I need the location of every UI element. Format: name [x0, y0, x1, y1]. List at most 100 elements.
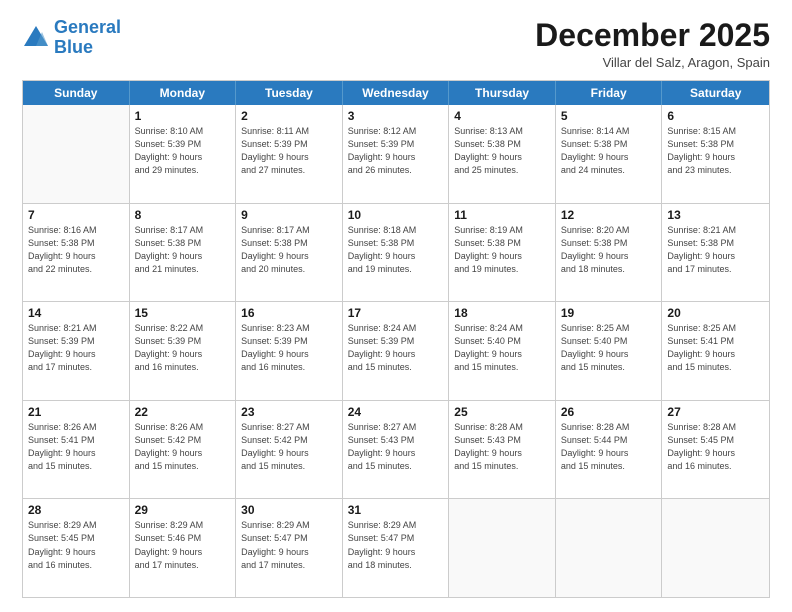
day-number: 2 [241, 109, 337, 123]
calendar-row-2: 7 Sunrise: 8:16 AM Sunset: 5:38 PM Daylig… [23, 203, 769, 302]
calendar-header: SundayMondayTuesdayWednesdayThursdayFrid… [23, 81, 769, 105]
calendar-cell: 23Sunrise: 8:27 AM Sunset: 5:42 PM Dayli… [236, 401, 343, 499]
day-number: 16 [241, 306, 337, 320]
day-number: 22 [135, 405, 231, 419]
day-info: Sunrise: 8:17 AM Sunset: 5:38 PM Dayligh… [241, 224, 337, 276]
calendar-cell: 20Sunrise: 8:25 AM Sunset: 5:41 PM Dayli… [662, 302, 769, 400]
day-number: 20 [667, 306, 764, 320]
day-info: Sunrise: 8:29 AM Sunset: 5:47 PM Dayligh… [241, 519, 337, 571]
location: Villar del Salz, Aragon, Spain [535, 55, 770, 70]
calendar-row-4: 21Sunrise: 8:26 AM Sunset: 5:41 PM Dayli… [23, 400, 769, 499]
calendar-cell: 6Sunrise: 8:15 AM Sunset: 5:38 PM Daylig… [662, 105, 769, 203]
calendar-row-1: 1Sunrise: 8:10 AM Sunset: 5:39 PM Daylig… [23, 105, 769, 203]
day-info: Sunrise: 8:26 AM Sunset: 5:42 PM Dayligh… [135, 421, 231, 473]
day-number: 19 [561, 306, 657, 320]
month-title: December 2025 [535, 18, 770, 53]
logo-text: General Blue [54, 18, 121, 58]
day-number: 14 [28, 306, 124, 320]
header-day-tuesday: Tuesday [236, 81, 343, 105]
header-day-saturday: Saturday [662, 81, 769, 105]
calendar-cell: 15 Sunrise: 8:22 AM Sunset: 5:39 PM Dayli… [130, 302, 237, 400]
header: General Blue December 2025 Villar del Sa… [22, 18, 770, 70]
day-info: Sunrise: 8:25 AM Sunset: 5:40 PM Dayligh… [561, 322, 657, 374]
day-info: Sunrise: 8:21 AM Sunset: 5:38 PM Dayligh… [667, 224, 764, 276]
calendar-cell [23, 105, 130, 203]
day-number: 31 [348, 503, 444, 517]
header-day-wednesday: Wednesday [343, 81, 450, 105]
day-info: Sunrise: 8:29 AM Sunset: 5:46 PM Dayligh… [135, 519, 231, 571]
calendar-cell: 21Sunrise: 8:26 AM Sunset: 5:41 PM Dayli… [23, 401, 130, 499]
calendar-cell: 29Sunrise: 8:29 AM Sunset: 5:46 PM Dayli… [130, 499, 237, 597]
day-number: 1 [135, 109, 231, 123]
day-number: 17 [348, 306, 444, 320]
calendar-cell: 14 Sunrise: 8:21 AM Sunset: 5:39 PM Dayli… [23, 302, 130, 400]
calendar-cell: 11 Sunrise: 8:19 AM Sunset: 5:38 PM Dayli… [449, 204, 556, 302]
calendar-cell: 8 Sunrise: 8:17 AM Sunset: 5:38 PM Daylig… [130, 204, 237, 302]
day-number: 25 [454, 405, 550, 419]
day-info: Sunrise: 8:14 AM Sunset: 5:38 PM Dayligh… [561, 125, 657, 177]
header-day-monday: Monday [130, 81, 237, 105]
calendar-cell: 16 Sunrise: 8:23 AM Sunset: 5:39 PM Dayli… [236, 302, 343, 400]
header-day-thursday: Thursday [449, 81, 556, 105]
day-number: 7 [28, 208, 124, 222]
day-number: 10 [348, 208, 444, 222]
calendar-cell: 2 Sunrise: 8:11 AM Sunset: 5:39 PM Daylig… [236, 105, 343, 203]
day-info: Sunrise: 8:17 AM Sunset: 5:38 PM Dayligh… [135, 224, 231, 276]
calendar-cell [662, 499, 769, 597]
day-number: 15 [135, 306, 231, 320]
calendar-cell: 30 Sunrise: 8:29 AM Sunset: 5:47 PM Dayli… [236, 499, 343, 597]
logo-icon [22, 24, 50, 52]
calendar-cell: 12Sunrise: 8:20 AM Sunset: 5:38 PM Dayli… [556, 204, 663, 302]
calendar-cell: 4Sunrise: 8:13 AM Sunset: 5:38 PM Daylig… [449, 105, 556, 203]
calendar: SundayMondayTuesdayWednesdayThursdayFrid… [22, 80, 770, 598]
calendar-cell: 9 Sunrise: 8:17 AM Sunset: 5:38 PM Daylig… [236, 204, 343, 302]
day-number: 6 [667, 109, 764, 123]
calendar-cell: 27 Sunrise: 8:28 AM Sunset: 5:45 PM Dayli… [662, 401, 769, 499]
calendar-cell: 31Sunrise: 8:29 AM Sunset: 5:47 PM Dayli… [343, 499, 450, 597]
day-number: 11 [454, 208, 550, 222]
calendar-cell: 13 Sunrise: 8:21 AM Sunset: 5:38 PM Dayli… [662, 204, 769, 302]
day-number: 5 [561, 109, 657, 123]
calendar-body: 1Sunrise: 8:10 AM Sunset: 5:39 PM Daylig… [23, 105, 769, 597]
calendar-cell [556, 499, 663, 597]
calendar-cell: 26Sunrise: 8:28 AM Sunset: 5:44 PM Dayli… [556, 401, 663, 499]
day-info: Sunrise: 8:16 AM Sunset: 5:38 PM Dayligh… [28, 224, 124, 276]
day-number: 12 [561, 208, 657, 222]
day-number: 8 [135, 208, 231, 222]
day-info: Sunrise: 8:23 AM Sunset: 5:39 PM Dayligh… [241, 322, 337, 374]
calendar-row-3: 14 Sunrise: 8:21 AM Sunset: 5:39 PM Dayli… [23, 301, 769, 400]
calendar-cell: 22 Sunrise: 8:26 AM Sunset: 5:42 PM Dayli… [130, 401, 237, 499]
day-number: 3 [348, 109, 444, 123]
calendar-cell: 1Sunrise: 8:10 AM Sunset: 5:39 PM Daylig… [130, 105, 237, 203]
day-info: Sunrise: 8:27 AM Sunset: 5:43 PM Dayligh… [348, 421, 444, 473]
day-info: Sunrise: 8:24 AM Sunset: 5:40 PM Dayligh… [454, 322, 550, 374]
day-number: 30 [241, 503, 337, 517]
day-number: 13 [667, 208, 764, 222]
calendar-cell: 7 Sunrise: 8:16 AM Sunset: 5:38 PM Daylig… [23, 204, 130, 302]
calendar-cell: 18 Sunrise: 8:24 AM Sunset: 5:40 PM Dayli… [449, 302, 556, 400]
calendar-cell [449, 499, 556, 597]
day-info: Sunrise: 8:26 AM Sunset: 5:41 PM Dayligh… [28, 421, 124, 473]
page: General Blue December 2025 Villar del Sa… [0, 0, 792, 612]
day-number: 18 [454, 306, 550, 320]
day-number: 9 [241, 208, 337, 222]
calendar-row-5: 28 Sunrise: 8:29 AM Sunset: 5:45 PM Dayli… [23, 498, 769, 597]
day-info: Sunrise: 8:12 AM Sunset: 5:39 PM Dayligh… [348, 125, 444, 177]
day-number: 27 [667, 405, 764, 419]
day-info: Sunrise: 8:19 AM Sunset: 5:38 PM Dayligh… [454, 224, 550, 276]
calendar-cell: 19 Sunrise: 8:25 AM Sunset: 5:40 PM Dayli… [556, 302, 663, 400]
day-info: Sunrise: 8:29 AM Sunset: 5:45 PM Dayligh… [28, 519, 124, 571]
day-number: 28 [28, 503, 124, 517]
day-info: Sunrise: 8:21 AM Sunset: 5:39 PM Dayligh… [28, 322, 124, 374]
calendar-cell: 25 Sunrise: 8:28 AM Sunset: 5:43 PM Dayli… [449, 401, 556, 499]
logo: General Blue [22, 18, 121, 58]
day-number: 24 [348, 405, 444, 419]
day-info: Sunrise: 8:28 AM Sunset: 5:43 PM Dayligh… [454, 421, 550, 473]
day-info: Sunrise: 8:27 AM Sunset: 5:42 PM Dayligh… [241, 421, 337, 473]
day-info: Sunrise: 8:11 AM Sunset: 5:39 PM Dayligh… [241, 125, 337, 177]
day-info: Sunrise: 8:22 AM Sunset: 5:39 PM Dayligh… [135, 322, 231, 374]
day-info: Sunrise: 8:28 AM Sunset: 5:45 PM Dayligh… [667, 421, 764, 473]
calendar-cell: 10Sunrise: 8:18 AM Sunset: 5:38 PM Dayli… [343, 204, 450, 302]
header-day-sunday: Sunday [23, 81, 130, 105]
calendar-cell: 5 Sunrise: 8:14 AM Sunset: 5:38 PM Daylig… [556, 105, 663, 203]
